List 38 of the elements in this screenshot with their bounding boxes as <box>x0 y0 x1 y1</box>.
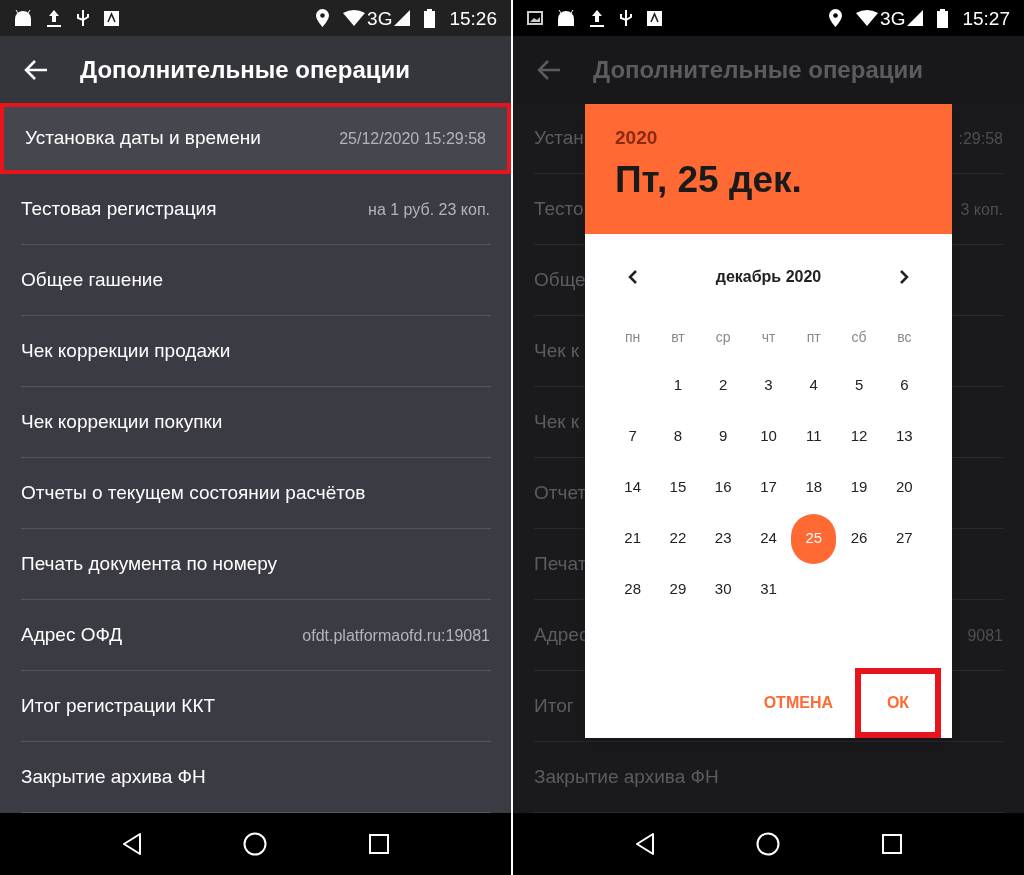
item-label: Устан <box>534 126 584 151</box>
item-value: на 1 руб. 23 коп. <box>368 199 490 220</box>
item-label: Чек коррекции продажи <box>21 339 231 364</box>
network-type: 3G <box>880 8 906 28</box>
clock: 15:26 <box>449 8 497 28</box>
item-label: Закрытие архива ФН <box>21 765 206 790</box>
screen-title: Дополнительные операции <box>80 54 410 85</box>
weekday-label: чт <box>760 327 777 347</box>
item-label: Установка даты и времени <box>25 126 261 151</box>
item-label: Адрес ОФД <box>21 623 123 648</box>
item-label: Итог регистрации ККТ <box>21 694 216 719</box>
month-label: декабрь 2020 <box>715 267 822 287</box>
item-label: Общее гашение <box>21 268 164 293</box>
item-label: Печать документа по номеру <box>21 552 278 577</box>
item-label: Отчет <box>534 481 587 506</box>
item-label: Чек к <box>534 410 580 435</box>
weekday-label: пн <box>624 327 642 347</box>
item-value: 25/12/2020 15:29:58 <box>339 128 486 149</box>
item-label: Чек коррекции покупки <box>21 410 223 435</box>
weekday-label: сб <box>850 327 868 347</box>
clock: 15:27 <box>962 8 1010 28</box>
item-label: Закрытие архива ФН <box>534 765 719 790</box>
weekday-label: вс <box>896 327 913 347</box>
item-label: Тестовая регистрация <box>21 197 217 222</box>
weekday-label: пт <box>805 327 822 347</box>
item-label: Чек к <box>534 339 580 364</box>
item-label: Тесто <box>534 197 584 222</box>
item-label: Итог <box>534 694 574 719</box>
selected-date: Пт, 25 дек. <box>615 161 802 198</box>
item-label: Обще <box>534 268 586 293</box>
screen-title: Дополнительные операции <box>593 54 923 85</box>
network-type: 3G <box>367 8 393 28</box>
item-label: Адрес <box>534 623 589 648</box>
item-label: Печат <box>534 552 587 577</box>
weekday-label: ср <box>714 327 732 347</box>
item-label: Отчеты о текущем состоянии расчётов <box>21 481 366 506</box>
item-value: ofdt.platformaofd.ru:19081 <box>302 625 490 646</box>
weekday-label: вт <box>670 327 686 347</box>
